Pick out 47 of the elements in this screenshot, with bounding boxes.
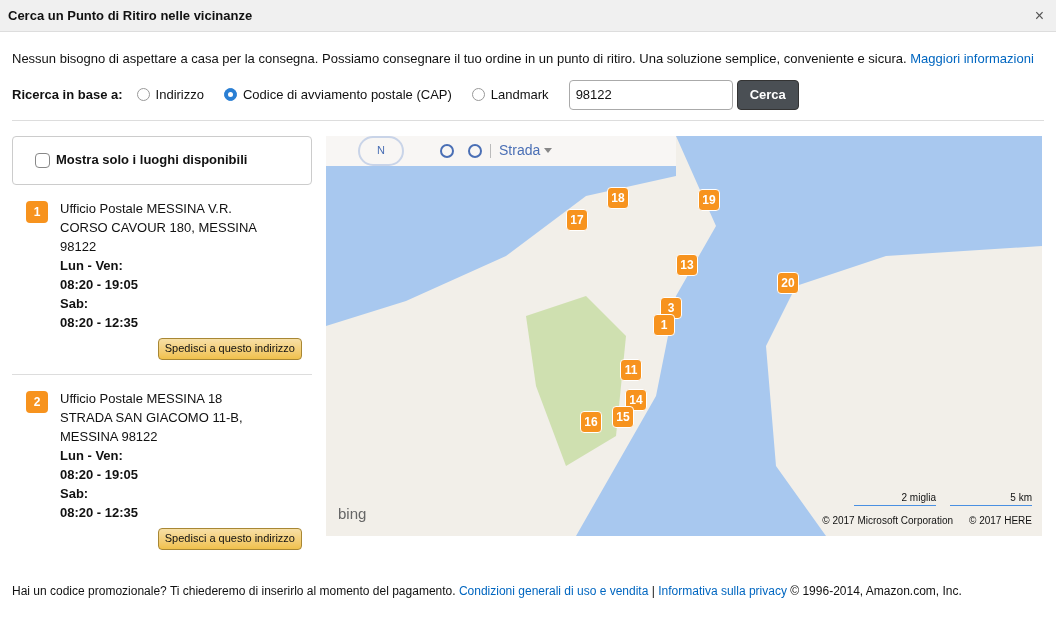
location-address: 98122 — [60, 237, 98, 256]
map-copyright: © 2017 Microsoft Corporation — [822, 513, 954, 528]
search-button[interactable]: Cerca — [736, 79, 799, 110]
filter-label: Mostra solo i luoghi disponibili — [56, 151, 248, 170]
dialog-title: Cerca un Punto di Ritiro nelle vicinanze — [8, 6, 253, 25]
radio-button[interactable] — [136, 88, 150, 101]
location-address: STRADA SAN GIACOMO 11-B, — [60, 408, 243, 427]
scale-label: 5 km — [950, 489, 1032, 506]
radio-label: Indirizzo — [155, 85, 204, 104]
opening-hours: 08:20 - 19:05 — [60, 465, 140, 484]
radio-label: Landmark — [490, 85, 549, 104]
location-address: MESSINA 98122 — [60, 427, 159, 446]
opening-hours: 08:20 - 19:05 — [60, 275, 140, 294]
footer-text: Hai un codice promozionale? Ti chiederemo di inserirlo al momento del pagamento. — [12, 583, 456, 598]
radio-button[interactable] — [471, 88, 485, 101]
map-style-dropdown[interactable]: Strada — [499, 140, 541, 161]
postal-code-field[interactable]: 98122 — [568, 79, 733, 110]
privacy-link[interactable]: Informativa sulla privacy — [658, 583, 787, 598]
caret-icon — [544, 148, 553, 153]
terms-link[interactable]: Condizioni generali di uso e vendita — [458, 583, 649, 598]
opening-hours: Lun - Ven: — [60, 446, 124, 465]
scale-label: 2 miglia — [854, 489, 936, 506]
copyright-text: © 1996-2014, Amazon.com, Inc. — [790, 583, 962, 598]
opening-hours: 08:20 - 12:35 — [60, 503, 140, 522]
more-info-link[interactable]: Maggiori informazioni — [910, 51, 1034, 66]
intro-text: Nessun bisogno di aspettare a casa per la consegna. Possiamo consegnare il tuo ordine in un punto di ritiro. Una soluzione semplice, conveniente e sicura. — [12, 51, 907, 66]
radio-label: Codice di avviamento postale (CAP) — [243, 85, 452, 104]
separator: | — [651, 583, 655, 598]
bing-logo: bing — [338, 504, 367, 524]
location-marker: 2 — [26, 390, 48, 413]
opening-hours: Sab: — [60, 294, 90, 313]
location-address: CORSO CAVOUR 180, MESSINA — [60, 218, 257, 237]
radio-button[interactable] — [224, 88, 237, 101]
opening-hours: 08:20 - 12:35 — [60, 313, 140, 332]
opening-hours: Lun - Ven: — [60, 256, 124, 275]
ship-here-button[interactable]: Spedisci a questo indirizzo — [157, 527, 302, 550]
location-marker: 1 — [26, 200, 48, 223]
checkbox[interactable] — [35, 152, 50, 168]
location-name: Ufficio Postale MESSINA 18 — [60, 389, 224, 408]
opening-hours: Sab: — [60, 484, 90, 503]
search-by-label: Ricerca in base a: — [12, 85, 123, 104]
compass-control[interactable]: N — [358, 135, 404, 166]
map-view[interactable]: N Strada 18 19 17 13 20 3 1 11 14 16 15 bing 2 miglia 5 km © 2017 Microsoft Corporation © 2017 HERE — [326, 135, 1042, 536]
ship-here-button[interactable]: Spedisci a questo indirizzo — [157, 337, 302, 360]
location-name: Ufficio Postale MESSINA V.R. — [60, 199, 233, 218]
close-button[interactable]: × — [1030, 3, 1048, 28]
map-copyright: © 2017 HERE — [969, 513, 1032, 528]
